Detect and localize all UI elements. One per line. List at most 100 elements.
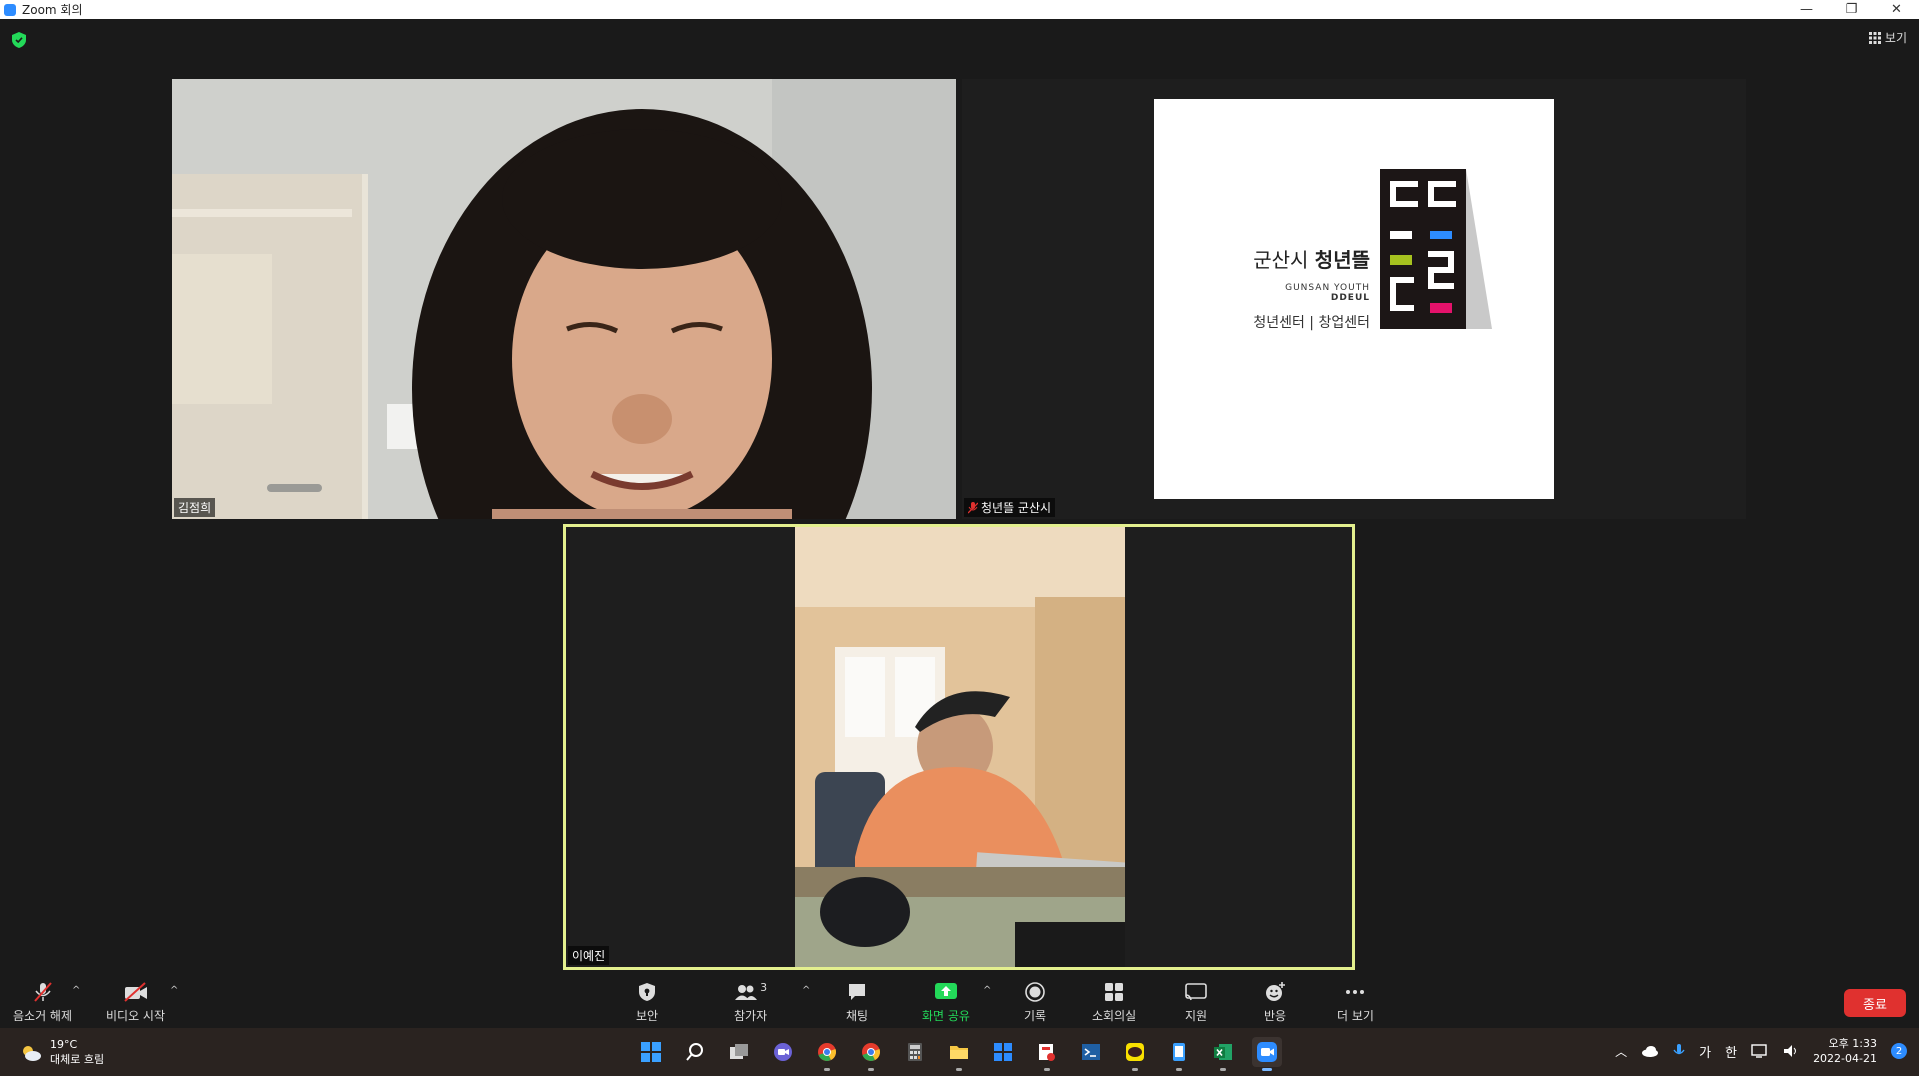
participant-name-tag: 청년뜰 군산시 [964, 498, 1056, 517]
reactions-button[interactable]: 반응 [1264, 981, 1286, 1024]
system-tray: ︿ 가 한 오후 1:33 2022-04-21 2 [1615, 1036, 1907, 1066]
unmute-button[interactable]: 음소거 해제 [13, 981, 72, 1024]
running-indicator [1262, 1068, 1272, 1071]
weather-temp: 19°C [50, 1038, 78, 1051]
muted-mic-icon [968, 501, 978, 513]
muted-mic-icon [33, 982, 52, 1002]
shield-icon [639, 983, 656, 1001]
restore-button[interactable]: ❐ [1829, 2, 1874, 17]
support-button[interactable]: 지원 [1184, 981, 1208, 1024]
breakout-rooms-button[interactable]: 소회의실 [1092, 981, 1136, 1024]
start-button[interactable] [636, 1037, 666, 1067]
snip-app-button[interactable] [1032, 1037, 1062, 1071]
clock-time: 오후 1:33 [1828, 1037, 1877, 1050]
view-label: 보기 [1884, 31, 1907, 45]
search-taskbar-button[interactable] [680, 1037, 710, 1067]
youth-ddeul-logo-mark [1380, 169, 1492, 329]
share-screen-icon [934, 983, 957, 999]
weather-desc: 대체로 흐림 [50, 1053, 105, 1066]
store-app-button[interactable] [988, 1037, 1018, 1067]
reaction-smiley-icon [1266, 982, 1286, 1001]
running-indicator [956, 1068, 962, 1071]
record-button[interactable]: 기록 [1024, 981, 1046, 1024]
grid-icon [1868, 31, 1881, 44]
zoom-app-icon [4, 3, 16, 16]
minimize-button[interactable]: — [1784, 2, 1829, 17]
participants-options-caret[interactable]: ^ [802, 985, 810, 996]
clock-date: 2022-04-21 [1813, 1052, 1877, 1065]
chrome-icon [818, 1043, 836, 1061]
unmute-label: 음소거 해제 [13, 1009, 73, 1023]
start-video-button[interactable]: 비디오 시작 [106, 981, 165, 1024]
kakaotalk-icon [1126, 1043, 1144, 1061]
participant-name-tag: 김점희 [174, 498, 216, 517]
share-screen-button[interactable]: 화면 공유 [922, 981, 970, 1024]
shell-app-button[interactable] [1076, 1037, 1106, 1067]
video-off-icon [123, 982, 147, 1002]
reactions-label: 반응 [1264, 1009, 1287, 1023]
window-titlebar: Zoom 회의 — ❐ ✕ [0, 0, 1919, 19]
close-button[interactable]: ✕ [1874, 2, 1919, 17]
file-explorer-button[interactable] [944, 1037, 974, 1071]
weather-widget[interactable]: 19°C 대체로 흐림 [20, 1038, 104, 1067]
video-tile-participant-2[interactable]: 군산시 청년뜰 GUNSAN YOUTH DDEUL 청년센터 | 창업센터 청… [962, 79, 1746, 519]
task-view-button[interactable] [724, 1037, 754, 1067]
volume-icon[interactable] [1783, 1044, 1799, 1058]
video-tile-participant-1[interactable]: 김점희 [172, 79, 956, 519]
more-dots-icon [1346, 990, 1365, 994]
chat-button[interactable]: 채팅 [846, 981, 868, 1024]
participant-name: 청년뜰 군산시 [981, 501, 1052, 515]
chrome-icon [862, 1043, 880, 1061]
logo-title: 군산시 청년뜰 [1242, 244, 1370, 273]
taskbar-clock[interactable]: 오후 1:33 2022-04-21 [1813, 1036, 1877, 1066]
participants-icon [735, 985, 758, 1000]
encryption-shield-icon[interactable] [12, 32, 26, 48]
show-hidden-icons-chevron-icon[interactable]: ︿ [1615, 1043, 1627, 1060]
logo-sub3b: 창업센터 [1318, 315, 1370, 331]
participant-name: 이예진 [572, 949, 606, 963]
teams-chat-button[interactable] [768, 1037, 798, 1067]
view-button[interactable]: 보기 [1868, 29, 1907, 46]
kakaotalk-app-button[interactable] [1120, 1037, 1150, 1071]
ime-hangul-indicator[interactable]: 가 [1699, 1042, 1711, 1061]
chrome-app-button-2[interactable] [856, 1037, 886, 1071]
logo-sub3: 청년센터 | 창업센터 [1253, 315, 1370, 331]
phone-link-app-button[interactable] [1164, 1037, 1194, 1071]
windows-logo-icon [641, 1042, 661, 1062]
video-tile-active-speaker[interactable]: 이예진 [563, 524, 1355, 970]
participants-button[interactable]: 3 참가자 [734, 981, 767, 1024]
end-meeting-button[interactable]: 종료 [1844, 989, 1906, 1017]
snipping-tool-icon [1039, 1044, 1055, 1061]
more-button[interactable]: 더 보기 [1337, 981, 1374, 1024]
support-label: 지원 [1184, 1009, 1208, 1023]
calculator-app-button[interactable] [900, 1037, 930, 1067]
calculator-icon [908, 1043, 922, 1061]
breakout-rooms-label: 소회의실 [1092, 1009, 1137, 1023]
network-monitor-icon[interactable] [1751, 1043, 1769, 1059]
chat-label: 채팅 [846, 1009, 869, 1023]
logo-sub2: DDEUL [1330, 293, 1370, 303]
running-indicator [1220, 1068, 1226, 1071]
chat-icon [849, 984, 866, 1000]
ime-korean-mode[interactable]: 한 [1725, 1042, 1737, 1061]
windows-taskbar: 19°C 대체로 흐림 ︿ 가 한 오후 1:33 2022-04-21 2 [0, 1028, 1919, 1076]
security-button[interactable]: 보안 [636, 981, 658, 1024]
zoom-app-button[interactable] [1252, 1037, 1282, 1071]
share-options-caret[interactable]: ^ [983, 985, 991, 996]
record-icon [1025, 982, 1045, 1002]
running-indicator [868, 1068, 874, 1071]
video-options-caret[interactable]: ^ [170, 985, 178, 996]
notification-badge[interactable]: 2 [1891, 1043, 1907, 1059]
running-indicator [1044, 1068, 1050, 1071]
microphone-in-use-icon[interactable] [1673, 1043, 1685, 1059]
audio-options-caret[interactable]: ^ [72, 985, 80, 996]
onedrive-cloud-icon[interactable] [1641, 1045, 1659, 1057]
logo-title-regular: 군산시 [1253, 248, 1315, 272]
terminal-icon [1082, 1044, 1100, 1060]
chrome-app-button-1[interactable] [812, 1037, 842, 1071]
start-video-label: 비디오 시작 [106, 1009, 166, 1023]
phone-link-icon [1173, 1043, 1185, 1061]
meeting-stage: 보기 김점희 군산시 청년뜰 GUNSAN YOUTH DDEUL 청년센터 |… [0, 19, 1919, 975]
share-screen-label: 화면 공유 [922, 1009, 970, 1023]
excel-app-button[interactable] [1208, 1037, 1238, 1071]
